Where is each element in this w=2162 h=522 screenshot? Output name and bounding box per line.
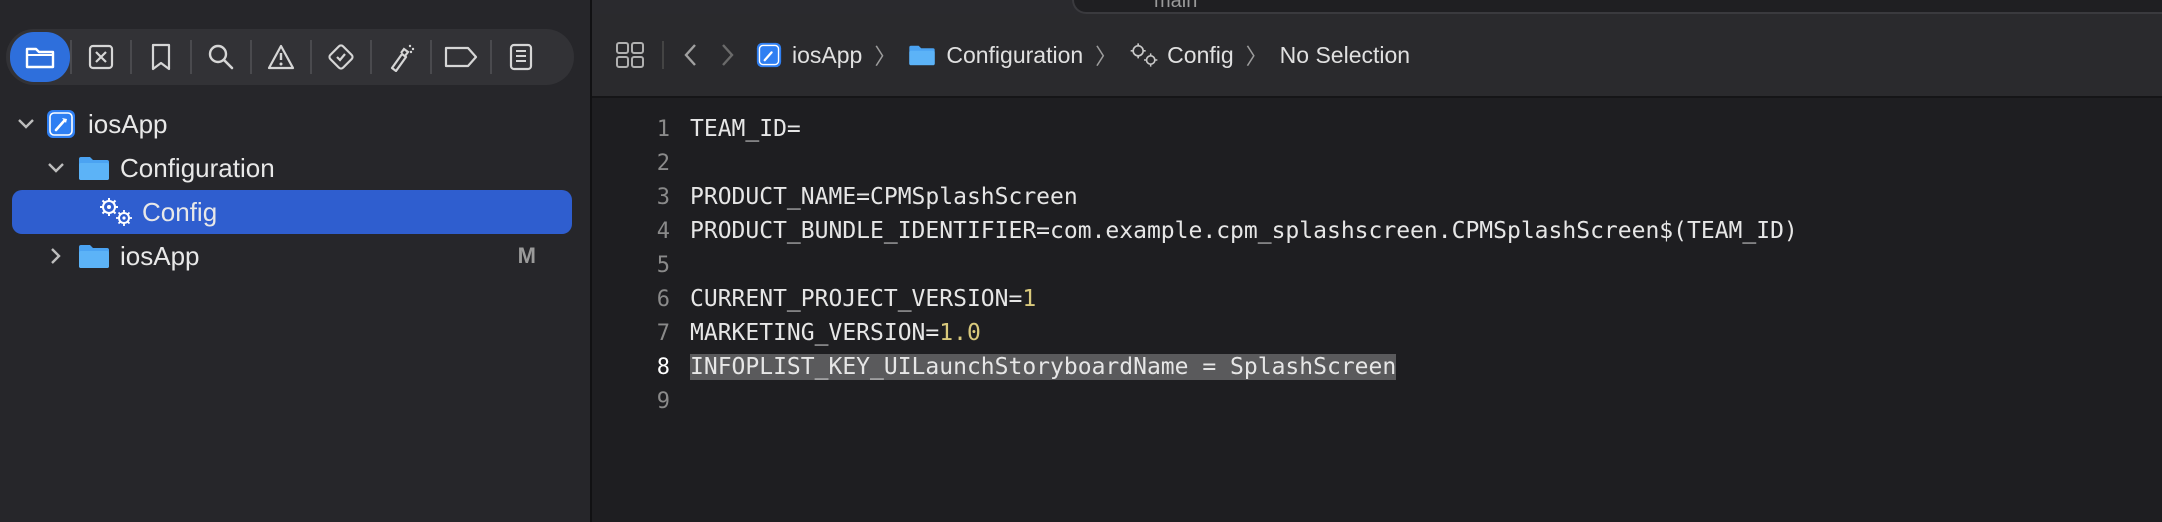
code-line[interactable]: 2 bbox=[592, 146, 670, 180]
breadcrumb-iosapp[interactable]: iosApp bbox=[756, 42, 862, 69]
line-number: 7 bbox=[656, 320, 670, 346]
tree-item-label: Configuration bbox=[120, 152, 275, 183]
warning-icon bbox=[267, 44, 295, 70]
tab-main[interactable]: main bbox=[1072, 0, 2162, 14]
line-text: CURRENT_PROJECT_VERSION=1 bbox=[690, 286, 1036, 312]
line-number: 8 bbox=[656, 354, 670, 380]
code-line[interactable]: 6 CURRENT_PROJECT_VERSION=1 bbox=[592, 282, 1036, 316]
issue-navigator-button[interactable] bbox=[252, 32, 310, 82]
code-line[interactable]: 5 bbox=[592, 248, 670, 282]
folder-icon bbox=[78, 155, 110, 181]
folder-icon bbox=[78, 243, 110, 269]
tree-item-iosapp-folder[interactable]: iosApp M bbox=[44, 234, 574, 278]
find-navigator-button[interactable] bbox=[192, 32, 250, 82]
breadcrumb-no-selection[interactable]: No Selection bbox=[1280, 42, 1410, 69]
xcode-project-icon bbox=[756, 42, 782, 68]
modified-badge: M bbox=[517, 243, 536, 268]
line-number: 4 bbox=[656, 218, 670, 244]
bookmark-navigator-button[interactable] bbox=[132, 32, 190, 82]
line-text: MARKETING_VERSION=1.0 bbox=[690, 320, 981, 346]
line-text: TEAM_ID= bbox=[690, 116, 801, 142]
tree-item-label: Config bbox=[142, 196, 218, 227]
test-navigator-button[interactable] bbox=[312, 32, 370, 82]
folder-icon bbox=[25, 47, 55, 69]
tree-item-iosapp-project[interactable]: iosApp bbox=[14, 102, 574, 146]
debug-navigator-button[interactable] bbox=[372, 32, 430, 82]
breadcrumb-label: Configuration bbox=[946, 41, 1084, 68]
line-number: 3 bbox=[656, 184, 670, 210]
breadcrumb-configuration[interactable]: Configuration bbox=[908, 42, 1083, 69]
grid-icon[interactable] bbox=[616, 42, 644, 68]
separator bbox=[662, 41, 664, 69]
line-number: 1 bbox=[656, 116, 670, 142]
breadcrumb-chevron-icon: 〉 bbox=[874, 44, 897, 69]
navigator-selector-bar bbox=[6, 29, 574, 85]
navigator-sidebar: iosApp Configuration Config iosApp M bbox=[0, 0, 592, 522]
folder-icon bbox=[908, 44, 936, 66]
line-text-selected: INFOPLIST_KEY_UILaunchStoryboardName = S… bbox=[690, 354, 1397, 380]
line-text: PRODUCT_NAME=CPMSplashScreen bbox=[690, 184, 1078, 210]
breadcrumb-chevron-icon: 〉 bbox=[1245, 44, 1268, 69]
code-line[interactable]: 4 PRODUCT_BUNDLE_IDENTIFIER=com.example.… bbox=[592, 214, 1798, 248]
search-icon bbox=[208, 44, 234, 70]
forward-chevron-icon[interactable] bbox=[720, 43, 734, 67]
line-text: PRODUCT_BUNDLE_IDENTIFIER=com.example.cp… bbox=[690, 218, 1798, 244]
jump-bar: iosApp 〉 Configuration 〉 Config 〉 No Sel… bbox=[592, 14, 2162, 98]
tree-item-config-file[interactable]: Config bbox=[12, 190, 572, 234]
setting-key: MARKETING_VERSION= bbox=[690, 320, 940, 346]
report-navigator-button[interactable] bbox=[492, 32, 550, 82]
xcode-project-icon bbox=[46, 109, 76, 139]
tree-item-label: iosApp bbox=[88, 108, 168, 139]
tab-title: main bbox=[1154, 0, 1198, 12]
source-control-icon bbox=[88, 44, 114, 70]
breadcrumb-label: Config bbox=[1167, 41, 1234, 68]
line-number: 5 bbox=[656, 252, 670, 278]
setting-value: 1.0 bbox=[939, 320, 981, 346]
project-navigator-button[interactable] bbox=[10, 32, 70, 82]
breadcrumb-config[interactable]: Config bbox=[1129, 41, 1234, 69]
gears-icon bbox=[1129, 42, 1159, 68]
spray-can-icon bbox=[390, 44, 415, 72]
line-number: 6 bbox=[656, 286, 670, 312]
code-line[interactable]: 3 PRODUCT_NAME=CPMSplashScreen bbox=[592, 180, 1078, 214]
back-chevron-icon[interactable] bbox=[684, 43, 698, 67]
code-line[interactable]: 9 bbox=[592, 384, 670, 418]
breakpoint-navigator-button[interactable] bbox=[432, 32, 490, 82]
chevron-down-icon[interactable] bbox=[14, 118, 38, 130]
tree-item-label: iosApp bbox=[120, 240, 200, 271]
bookmark-icon bbox=[151, 43, 171, 71]
code-line-current[interactable]: 8 INFOPLIST_KEY_UILaunchStoryboardName =… bbox=[592, 350, 1397, 384]
breakpoint-icon bbox=[444, 46, 478, 68]
breadcrumb-chevron-icon: 〉 bbox=[1095, 44, 1118, 69]
line-number: 9 bbox=[656, 388, 670, 414]
code-line[interactable]: 1 TEAM_ID= bbox=[592, 112, 801, 146]
tree-item-configuration-folder[interactable]: Configuration bbox=[44, 146, 574, 190]
gears-icon bbox=[98, 197, 134, 227]
line-number: 2 bbox=[656, 150, 670, 176]
test-diamond-icon bbox=[328, 44, 354, 70]
source-control-navigator-button[interactable] bbox=[72, 32, 130, 82]
tab-bar: main bbox=[592, 0, 2162, 15]
chevron-down-icon[interactable] bbox=[44, 162, 68, 174]
report-icon bbox=[509, 43, 533, 71]
breadcrumb-label: iosApp bbox=[792, 41, 863, 68]
breadcrumb-label: No Selection bbox=[1279, 41, 1411, 68]
setting-key: CURRENT_PROJECT_VERSION= bbox=[690, 286, 1023, 312]
chevron-right-icon[interactable] bbox=[44, 247, 68, 265]
setting-value: 1 bbox=[1022, 286, 1037, 312]
code-line[interactable]: 7 MARKETING_VERSION=1.0 bbox=[592, 316, 981, 350]
